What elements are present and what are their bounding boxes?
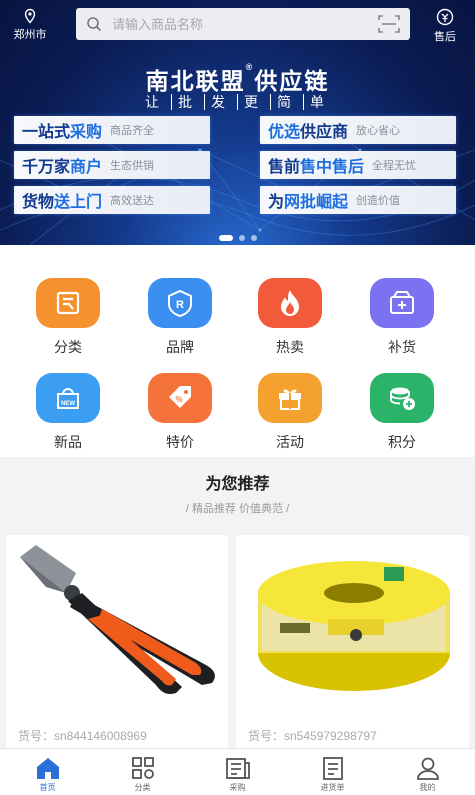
brand-title: 南北联盟®供应链 <box>145 62 330 94</box>
hero-banner[interactable]: 郑州市 售后 南北联盟®供应链 让批发更简单 一站式采 <box>0 0 475 245</box>
category-item-jifen[interactable]: 积分 <box>357 373 447 452</box>
carousel-indicator[interactable] <box>0 228 475 245</box>
fire-icon <box>258 278 322 328</box>
svg-text:R: R <box>176 299 184 311</box>
city-selector[interactable]: 郑州市 <box>10 8 50 42</box>
product-card[interactable]: 货号：sn545979298797 <box>236 535 469 750</box>
category-item-fenlei[interactable]: 分类 <box>23 278 113 357</box>
carousel-dot[interactable] <box>238 235 245 241</box>
product-card[interactable]: 货号：sn844146008969 <box>6 535 228 750</box>
category-item-xinpin[interactable]: NEW 新品 <box>23 373 113 452</box>
carousel-dot-active[interactable] <box>218 235 233 241</box>
brand-slogan: 让批发更简单 <box>0 92 475 112</box>
tab-order-list[interactable]: 进货单 <box>285 749 380 795</box>
category-icon <box>36 278 100 328</box>
location-pin-icon <box>24 8 36 24</box>
aftersale-button[interactable]: 售后 <box>423 8 467 44</box>
feature-card: 为网批崛起 创造价值 <box>260 186 456 214</box>
category-item-buhuo[interactable]: 补货 <box>357 278 447 357</box>
feature-card: 一站式采购 商品齐全 <box>14 116 210 144</box>
user-icon <box>416 757 439 780</box>
product-image-tape-reel <box>236 535 469 705</box>
svg-text:%: % <box>175 395 182 404</box>
tab-home[interactable]: 首页 <box>0 749 95 795</box>
feature-card: 售前售中售后 全程无忧 <box>260 151 456 179</box>
category-grid: 分类 R 品牌 热卖 补货 NEW 新品 % 特价 活动 积分 <box>0 245 475 457</box>
svg-text:NEW: NEW <box>61 401 75 407</box>
category-item-pinpai[interactable]: R 品牌 <box>135 278 225 357</box>
recommend-subtitle: / 精品推荐 价值典范 / <box>185 503 290 515</box>
restock-icon <box>370 278 434 328</box>
new-icon: NEW <box>36 373 100 423</box>
tab-category[interactable]: 分类 <box>95 749 190 795</box>
bottom-tab-bar: 首页 分类 采购 进货单 我的 <box>0 748 475 795</box>
scan-icon[interactable] <box>378 14 400 34</box>
grid-icon <box>131 757 154 779</box>
product-sku: 货号：sn844146008969 <box>18 729 147 743</box>
home-icon <box>36 758 59 779</box>
tab-purchase[interactable]: 采购 <box>190 749 285 795</box>
banner-feature-list-left: 一站式采购 商品齐全 千万家商户 生态供销 货物送上门 高效送达 <box>14 116 210 221</box>
search-input[interactable] <box>112 16 378 32</box>
feature-card: 优选供应商 放心省心 <box>260 116 456 144</box>
order-list-icon <box>322 757 343 780</box>
discount-tag-icon: % <box>148 373 212 423</box>
search-bar[interactable] <box>76 8 410 40</box>
brand-icon: R <box>148 278 212 328</box>
search-icon <box>87 17 102 32</box>
product-image-pliers <box>6 535 228 705</box>
gift-icon <box>258 373 322 423</box>
category-item-remai[interactable]: 热卖 <box>245 278 335 357</box>
category-item-tejia[interactable]: % 特价 <box>135 373 225 452</box>
recommend-header: 为您推荐 / 精品推荐 价值典范 / <box>0 470 475 516</box>
news-icon <box>225 758 250 779</box>
recommend-title: 为您推荐 <box>205 476 270 493</box>
product-sku: 货号：sn545979298797 <box>248 729 377 743</box>
aftersale-label: 售后 <box>434 31 456 43</box>
coins-icon <box>370 373 434 423</box>
tab-mine[interactable]: 我的 <box>380 749 475 795</box>
aftersale-icon <box>436 8 454 26</box>
feature-card: 千万家商户 生态供销 <box>14 151 210 179</box>
category-item-huodong[interactable]: 活动 <box>245 373 335 452</box>
banner-feature-list-right: 优选供应商 放心省心 售前售中售后 全程无忧 为网批崛起 创造价值 <box>260 116 456 221</box>
city-name: 郑州市 <box>13 29 47 41</box>
carousel-dot[interactable] <box>250 235 257 241</box>
feature-card: 货物送上门 高效送达 <box>14 186 210 214</box>
